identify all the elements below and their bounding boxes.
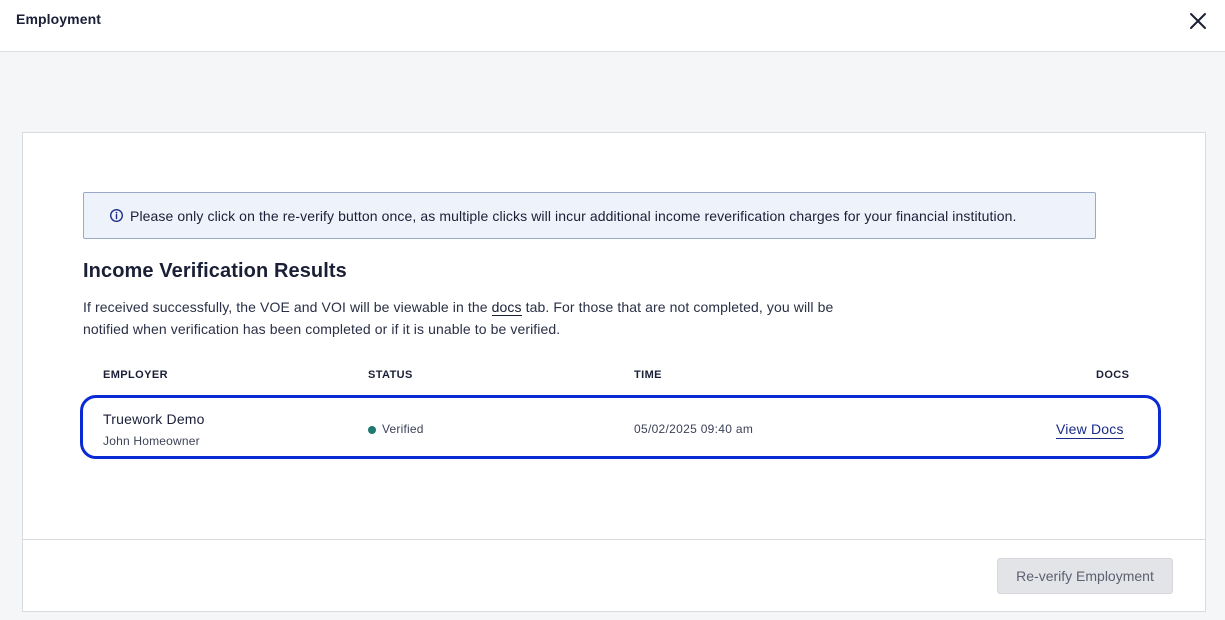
section-title: Income Verification Results <box>83 260 347 282</box>
column-header-time: TIME <box>634 369 662 381</box>
view-docs-link[interactable]: View Docs <box>1056 421 1124 439</box>
status-text: Verified <box>382 422 424 436</box>
description-text-start: If received successfully, the VOE and VO… <box>83 299 492 315</box>
column-header-employer: EMPLOYER <box>103 369 168 381</box>
column-header-docs: DOCS <box>1096 369 1130 381</box>
verification-card: Please only click on the re-verify butto… <box>22 132 1206 612</box>
employer-name: Truework Demo <box>103 411 205 427</box>
column-header-status: STATUS <box>368 369 413 381</box>
section-description: If received successfully, the VOE and VO… <box>83 296 843 340</box>
close-icon <box>1190 13 1206 29</box>
status-indicator-dot <box>368 426 376 434</box>
docs-tab-link[interactable]: docs <box>491 299 522 316</box>
info-icon <box>110 209 123 222</box>
notice-text: Please only click on the re-verify butto… <box>130 208 1017 224</box>
table-row: Truework Demo John Homeowner Verified 05… <box>80 395 1161 459</box>
reverify-employment-button[interactable]: Re-verify Employment <box>997 558 1173 594</box>
modal-title: Employment <box>16 11 102 27</box>
info-notice: Please only click on the re-verify butto… <box>83 192 1096 239</box>
close-button[interactable] <box>1186 9 1210 33</box>
verification-time: 05/02/2025 09:40 am <box>634 422 754 436</box>
footer-divider <box>23 539 1205 540</box>
modal-header: Employment <box>0 0 1225 52</box>
employee-name: John Homeowner <box>103 434 200 448</box>
